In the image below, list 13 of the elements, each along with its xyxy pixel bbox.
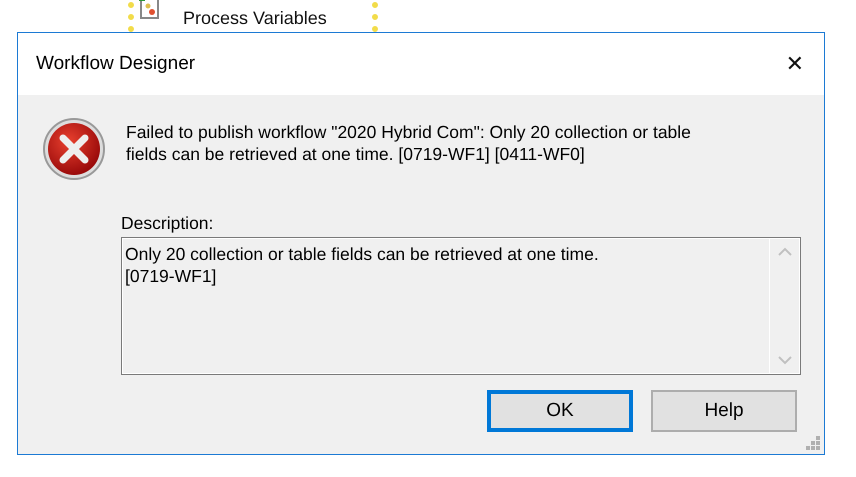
description-label: Description:	[121, 213, 214, 234]
scroll-down-icon[interactable]	[778, 356, 792, 366]
error-icon	[42, 117, 106, 181]
node-label: Process Variables	[183, 8, 327, 29]
variables-icon	[138, 0, 160, 20]
window-title: Workflow Designer	[36, 53, 196, 75]
scroll-up-icon[interactable]	[778, 246, 792, 256]
help-button[interactable]: Help	[651, 390, 797, 432]
resize-grip-icon[interactable]	[805, 435, 821, 451]
error-message: Failed to publish workflow "2020 Hybrid Com": Only 20 collection or table fields can be retrieved at one time. [0719-WF1] [0411-WF0]	[126, 121, 692, 166]
ok-button[interactable]: OK	[487, 390, 633, 432]
close-button[interactable]: ✕	[778, 52, 812, 76]
description-box[interactable]: Only 20 collection or table fields can be retrieved at one time. [0719-WF1]	[121, 237, 801, 375]
